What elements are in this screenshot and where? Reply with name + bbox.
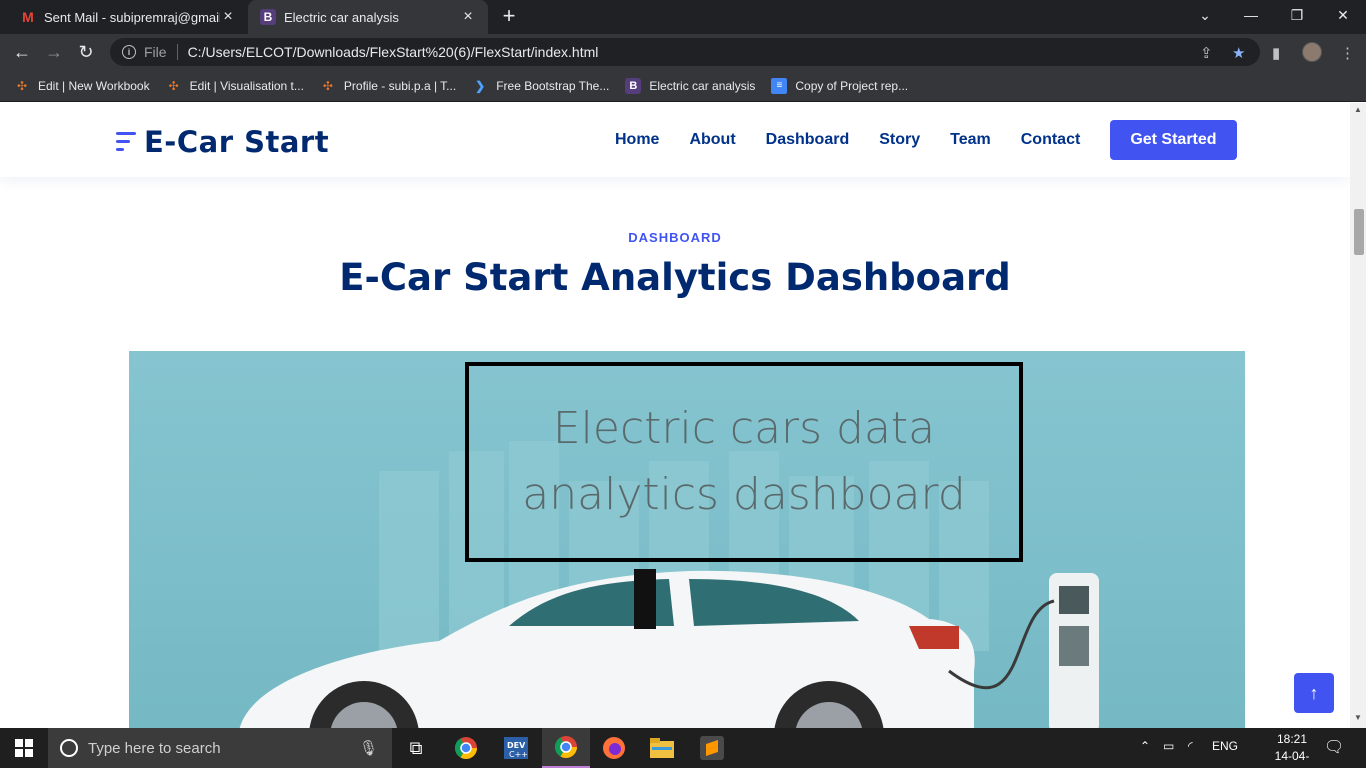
bookmark-item[interactable]: ✣ Edit | Visualisation t... (166, 78, 304, 94)
maximize-button[interactable]: ❐ (1274, 0, 1320, 30)
chevron-down-icon[interactable]: ⌄ (1182, 0, 1228, 30)
windows-taskbar: Type here to search 🎙 ⧉ DEV C++ ⌃ ▭ ◜ ENG… (0, 728, 1366, 780)
hero-caption-line-2: analytics dashboard (522, 469, 966, 520)
logo-icon (116, 129, 138, 155)
side-panel-icon[interactable]: ▮ (1272, 44, 1280, 62)
url-scheme: File (144, 44, 167, 60)
docs-icon: ≡ (771, 77, 788, 94)
file-explorer-icon[interactable] (638, 728, 686, 768)
section-kicker: DASHBOARD (628, 230, 722, 245)
firefox-icon[interactable] (590, 728, 638, 768)
divider (176, 44, 178, 60)
nav-story[interactable]: Story (879, 131, 920, 149)
tab-label: Electric car analysis (284, 9, 399, 25)
arrow-up-icon: ↑ (1309, 682, 1319, 703)
wifi-icon[interactable]: ◜ (1188, 739, 1193, 753)
gmail-icon: M (22, 9, 34, 25)
new-tab-button[interactable]: + (498, 5, 520, 28)
tableau-icon: ✣ (322, 78, 333, 93)
svg-text:DEV: DEV (507, 741, 526, 750)
language-indicator[interactable]: ENG (1212, 739, 1238, 753)
back-arrow-icon[interactable]: ← (10, 40, 34, 64)
tableau-icon: ✣ (168, 78, 179, 93)
close-icon[interactable]: × (460, 8, 476, 26)
nav-team[interactable]: Team (950, 131, 991, 149)
page-scrollbar[interactable]: ▲ ▼ (1350, 103, 1366, 728)
bookmark-label: Profile - subi.p.a | T... (343, 78, 457, 93)
tab-strip: M Sent Mail - subipremraj@gmail.com × B … (0, 0, 1366, 34)
devcpp-icon[interactable]: DEV C++ (492, 728, 540, 768)
windows-start-button[interactable] (0, 728, 48, 768)
menu-kebab-icon[interactable]: ⋮ (1340, 44, 1355, 62)
battery-icon[interactable]: ▭ (1163, 739, 1174, 753)
reload-icon[interactable]: ↻ (74, 40, 98, 64)
bookmark-label: Edit | Visualisation t... (189, 78, 304, 93)
nav-contact[interactable]: Contact (1021, 131, 1081, 149)
bootstrap-icon: B (260, 9, 276, 25)
taskbar-search-box[interactable]: Type here to search 🎙 (48, 728, 392, 768)
cortana-icon (60, 739, 78, 757)
nav-dashboard[interactable]: Dashboard (766, 131, 850, 149)
system-clock[interactable]: 18:21 14-04-2023 (1262, 731, 1322, 782)
nav-about[interactable]: About (689, 131, 735, 149)
scrollbar-thumb[interactable] (1354, 209, 1364, 255)
hero-caption-line-1: Electric cars data (552, 403, 936, 454)
logo-text: E-Car Start (144, 125, 330, 159)
microphone-icon[interactable]: 🎙 (359, 739, 378, 757)
bookmark-label: Copy of Project rep... (795, 78, 909, 93)
bootstrap-icon: B (625, 77, 642, 94)
tab-label: Sent Mail - subipremraj@gmail.com (44, 9, 220, 25)
bookmark-item[interactable]: ✣ Profile - subi.p.a | T... (320, 78, 456, 94)
windows-logo-icon (15, 739, 33, 757)
hero-image: Electric cars data analytics dashboard (129, 351, 1245, 728)
tab-gmail[interactable]: M Sent Mail - subipremraj@gmail.com × (8, 0, 248, 34)
clock-time: 18:21 (1276, 732, 1308, 746)
tab-electric-car-analysis[interactable]: B Electric car analysis × (248, 0, 488, 34)
notifications-icon[interactable]: 🗨 (1324, 737, 1344, 757)
scroll-down-arrow-icon[interactable]: ▼ (1354, 713, 1362, 722)
hero-caption-box: Electric cars data analytics dashboard (465, 362, 1023, 562)
sublime-text-icon[interactable] (688, 728, 736, 768)
bookmark-label: Electric car analysis (649, 78, 756, 93)
url-text[interactable]: C:/Users/ELCOT/Downloads/FlexStart%20(6)… (188, 44, 599, 60)
bookmark-item[interactable]: ❯ Free Bootstrap The... (472, 78, 609, 94)
bookmark-item[interactable]: ✣ Edit | New Workbook (14, 78, 150, 94)
window-close-button[interactable]: ✕ (1320, 0, 1366, 30)
tableau-icon: ✣ (16, 78, 28, 93)
site-header: E-Car Start Home About Dashboard Story T… (0, 103, 1350, 177)
bookmark-item[interactable]: B Electric car analysis (625, 77, 756, 94)
page-viewport: E-Car Start Home About Dashboard Story T… (0, 103, 1366, 728)
scroll-up-arrow-icon[interactable]: ▲ (1354, 105, 1362, 114)
clock-date: 14-04-2023 (1274, 749, 1310, 780)
forward-arrow-icon[interactable]: → (42, 40, 66, 64)
nav-home[interactable]: Home (615, 131, 659, 149)
search-placeholder: Type here to search (88, 739, 221, 757)
bookmark-star-icon[interactable]: ★ (1232, 44, 1245, 62)
back-to-top-button[interactable]: ↑ (1294, 673, 1334, 713)
address-bar[interactable]: i File C:/Users/ELCOT/Downloads/FlexStar… (110, 38, 1260, 66)
chrome-active-icon[interactable] (542, 728, 590, 768)
bookmark-label: Edit | New Workbook (38, 78, 150, 93)
browser-toolbar: ← → ↻ i File C:/Users/ELCOT/Downloads/Fl… (0, 34, 1366, 70)
chevron-up-icon[interactable]: ⌃ (1140, 739, 1150, 753)
share-icon[interactable]: ⇪ (1200, 44, 1213, 62)
main-nav: Home About Dashboard Story Team Contact … (600, 120, 1252, 160)
svg-text:C++: C++ (509, 750, 528, 759)
bookmark-label: Free Bootstrap The... (496, 78, 610, 93)
get-started-button[interactable]: Get Started (1110, 120, 1237, 160)
chrome-icon[interactable] (442, 728, 490, 768)
info-icon[interactable]: i (122, 45, 136, 59)
task-view-icon[interactable]: ⧉ (392, 728, 440, 768)
site-logo[interactable]: E-Car Start (116, 125, 329, 159)
close-icon[interactable]: × (220, 8, 236, 26)
profile-avatar[interactable] (1302, 42, 1322, 62)
section-heading: E-Car Start Analytics Dashboard (339, 256, 1011, 299)
bookmark-item[interactable]: ≡ Copy of Project rep... (771, 77, 909, 94)
flexstart-icon: ❯ (475, 78, 486, 93)
bookmarks-bar: ✣ Edit | New Workbook ✣ Edit | Visualisati… (0, 70, 1366, 102)
minimize-button[interactable]: — (1228, 0, 1274, 30)
